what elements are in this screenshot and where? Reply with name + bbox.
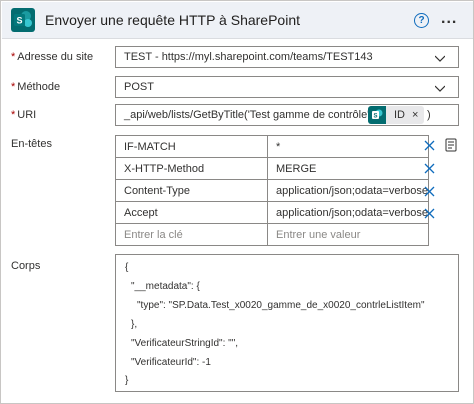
body-label: Corps	[11, 260, 41, 272]
required-marker: *	[11, 81, 16, 93]
headers-table: IF-MATCH * X-HTTP-Method MERGE Content-T…	[115, 135, 429, 246]
header-value-input[interactable]: Entrer une valeur	[267, 223, 429, 246]
body-line: "__metadata": {	[131, 281, 200, 292]
table-row: IF-MATCH *	[115, 135, 429, 158]
header-key-cell[interactable]: Accept	[115, 201, 268, 224]
required-marker: *	[11, 109, 16, 121]
sharepoint-icon: S	[11, 8, 35, 32]
site-address-label: * Adresse du site	[11, 51, 94, 63]
required-marker: *	[11, 51, 16, 63]
body-line: {	[125, 262, 129, 273]
table-row: Accept application/json;odata=verbose	[115, 201, 429, 224]
delete-row-icon[interactable]	[424, 163, 435, 174]
header-key-input[interactable]: Entrer la clé	[115, 223, 268, 246]
body-line: },	[131, 319, 138, 330]
action-title: Envoyer une requête HTTP à SharePoint	[45, 12, 301, 28]
token-label: ID	[394, 109, 405, 121]
token-remove-icon[interactable]: ×	[412, 106, 418, 124]
body-line: "VerificateurId": -1	[131, 357, 211, 368]
header-value-cell[interactable]: application/json;odata=verbose	[267, 179, 429, 202]
header-value-cell[interactable]: *	[267, 135, 429, 158]
chevron-down-icon[interactable]	[435, 83, 445, 93]
table-row: X-HTTP-Method MERGE	[115, 157, 429, 180]
method-label: * Méthode	[11, 81, 61, 93]
action-header[interactable]: S Envoyer une requête HTTP à SharePoint …	[2, 2, 473, 39]
header-key-cell[interactable]: X-HTTP-Method	[115, 157, 268, 180]
body-line: }	[125, 375, 129, 386]
svg-text:S: S	[373, 114, 377, 120]
switch-to-text-mode-icon[interactable]	[445, 138, 457, 152]
header-key-cell[interactable]: Content-Type	[115, 179, 268, 202]
help-icon[interactable]: ?	[414, 13, 429, 28]
more-options-icon[interactable]: ...	[441, 10, 457, 28]
svg-text:S: S	[16, 16, 22, 26]
header-value-cell[interactable]: application/json;odata=verbose	[267, 201, 429, 224]
id-dynamic-token[interactable]: S ID ×	[368, 106, 424, 124]
table-row: Content-Type application/json;odata=verb…	[115, 179, 429, 202]
method-value: POST	[124, 81, 154, 93]
delete-row-icon[interactable]	[424, 140, 435, 151]
uri-suffix: )	[427, 109, 431, 121]
table-row: Entrer la clé Entrer une valeur	[115, 223, 429, 246]
body-line: "VerificateurStringId": "",	[131, 338, 239, 349]
chevron-down-icon[interactable]	[435, 53, 445, 63]
header-key-cell[interactable]: IF-MATCH	[115, 135, 268, 158]
sharepoint-token-icon: S	[368, 106, 386, 124]
site-address-value: TEST - https://myl.sharepoint.com/teams/…	[124, 51, 373, 63]
header-value-cell[interactable]: MERGE	[267, 157, 429, 180]
site-address-dropdown[interactable]: TEST - https://myl.sharepoint.com/teams/…	[115, 46, 459, 68]
body-editor[interactable]: { "__metadata": { "type": "SP.Data.Test_…	[115, 254, 459, 392]
body-line: "type": "SP.Data.Test_x0020_gamme_de_x00…	[137, 300, 425, 311]
delete-row-icon[interactable]	[424, 208, 435, 219]
uri-value: _api/web/lists/GetByTitle('Test gamme de…	[124, 109, 406, 121]
delete-row-icon[interactable]	[424, 186, 435, 197]
method-dropdown[interactable]: POST	[115, 76, 459, 98]
action-card: S Envoyer une requête HTTP à SharePoint …	[0, 0, 474, 404]
headers-label: En-têtes	[11, 138, 52, 150]
uri-label: * URI	[11, 109, 37, 121]
